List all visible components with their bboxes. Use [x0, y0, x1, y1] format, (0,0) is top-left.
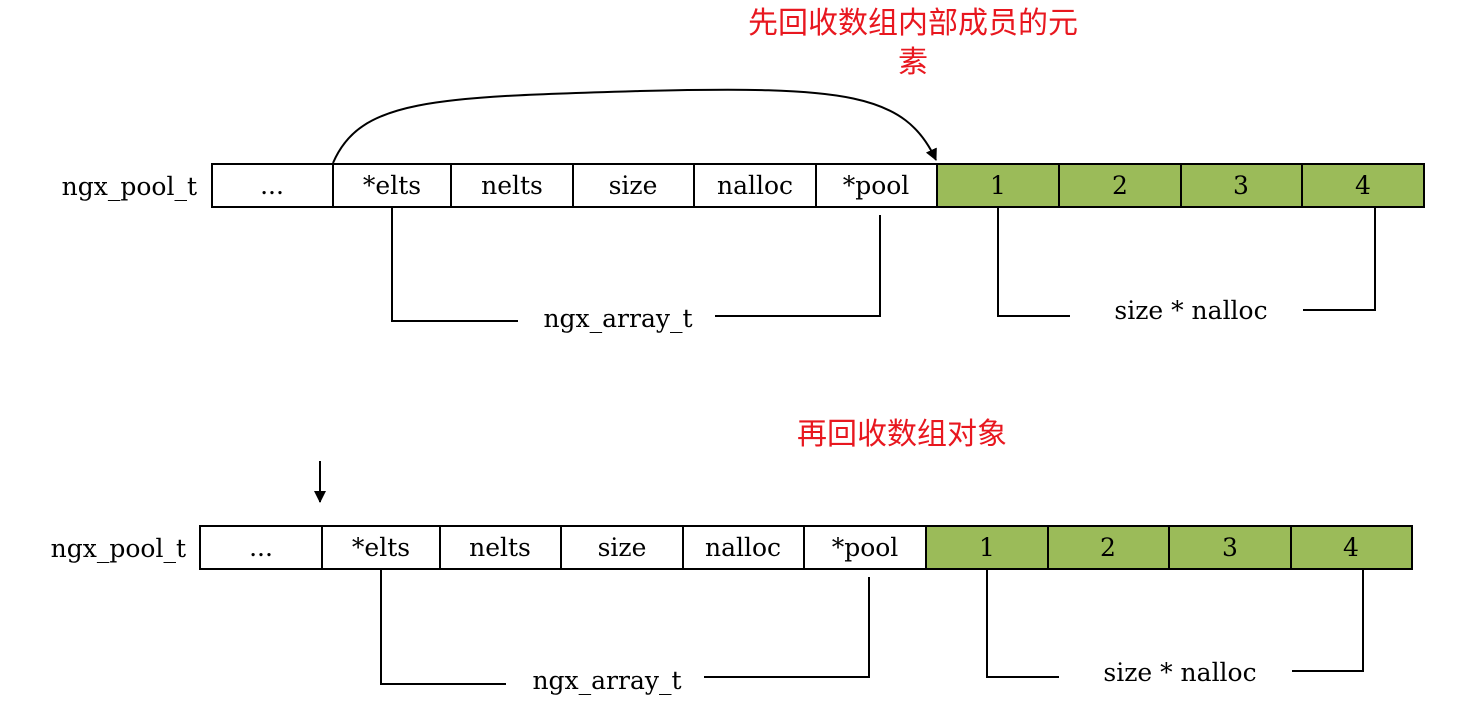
top-array-elements: 1 2 3 4	[936, 163, 1425, 208]
top-cell-dots-text: ...	[260, 171, 284, 200]
top-pool-label: ngx_pool_t	[62, 172, 197, 201]
bottom-element-4-text: 4	[1343, 533, 1359, 562]
top-array-bracket-right	[715, 215, 881, 317]
bottom-cell-dots-text: ...	[249, 533, 273, 562]
bottom-pool-label: ngx_pool_t	[51, 534, 186, 563]
bottom-array-bracket-left	[380, 569, 506, 685]
bottom-cell-nelts-text: nelts	[469, 533, 531, 562]
bottom-cell-size-text: size	[598, 533, 647, 562]
bottom-caption: 再回收数组对象	[797, 417, 1007, 452]
top-caption-line2: 素	[898, 45, 928, 80]
bottom-diagram: 再回收数组对象 ngx_pool_t ... *elts nelts size …	[51, 417, 1413, 695]
top-array-bracket-left	[391, 207, 518, 322]
memory-diagram: 先回收数组内部成员的元 素 ngx_pool_t ... *elts nelts…	[51, 6, 1425, 695]
top-element-2-text: 2	[1112, 171, 1128, 200]
bottom-array-bracket-right	[704, 577, 870, 678]
top-element-1-text: 1	[990, 171, 1006, 200]
top-cell-nalloc-text: nalloc	[717, 171, 793, 200]
top-size-bracket-right	[1303, 207, 1376, 311]
top-diagram: 先回收数组内部成员的元 素 ngx_pool_t ... *elts nelts…	[62, 6, 1425, 333]
bottom-size-bracket-right	[1292, 569, 1364, 672]
top-caption-line1: 先回收数组内部成员的元	[748, 6, 1078, 41]
top-cell-elts-text: *elts	[363, 171, 421, 200]
top-array-label: ngx_array_t	[543, 304, 692, 333]
bottom-cell-nalloc-text: nalloc	[705, 533, 781, 562]
curved-arrow	[332, 88, 937, 164]
bottom-element-2-text: 2	[1100, 533, 1116, 562]
bottom-size-label: size * nalloc	[1103, 658, 1256, 687]
top-pool-cells: ... *elts nelts size nalloc *pool	[211, 163, 938, 208]
top-size-label: size * nalloc	[1114, 296, 1267, 325]
top-size-bracket-left	[997, 207, 1070, 317]
top-cell-size-text: size	[609, 171, 658, 200]
bottom-array-label: ngx_array_t	[532, 666, 681, 695]
top-cell-pool-text: *pool	[843, 171, 910, 200]
top-element-3-text: 3	[1233, 171, 1249, 200]
bottom-element-3-text: 3	[1222, 533, 1238, 562]
top-element-4-text: 4	[1355, 171, 1371, 200]
top-cell-nelts-text: nelts	[481, 171, 543, 200]
bottom-cell-pool-text: *pool	[832, 533, 899, 562]
bottom-size-bracket-left	[986, 569, 1059, 678]
bottom-pool-cells: ... *elts nelts size nalloc *pool	[199, 525, 927, 570]
bottom-array-elements: 1 2 3 4	[925, 525, 1413, 570]
bottom-element-1-text: 1	[979, 533, 995, 562]
bottom-cell-elts-text: *elts	[352, 533, 410, 562]
